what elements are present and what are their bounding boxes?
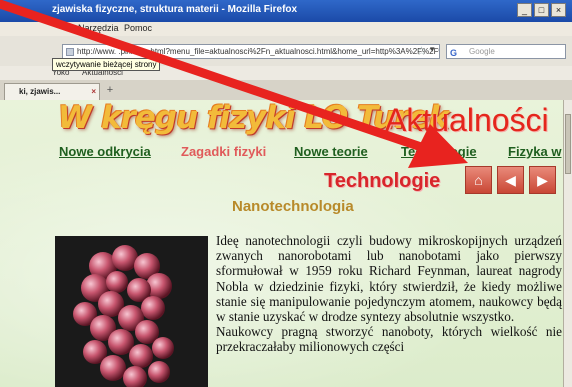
star-icon[interactable]: ☆ — [416, 44, 427, 58]
next-button[interactable]: ▶ — [529, 166, 556, 194]
nav-link-physics-in[interactable]: Fizyka w — [508, 144, 561, 159]
menu-item-tools[interactable]: Narzędzia — [78, 23, 119, 33]
vertical-scrollbar[interactable] — [563, 100, 572, 387]
search-input[interactable]: G Google — [446, 44, 566, 59]
arrow-right-icon: ▶ — [537, 172, 548, 188]
nav-link-physics-puzzles[interactable]: Zagadki fizyki — [181, 144, 266, 159]
menu-bar: Narzędzia Pomoc — [0, 22, 572, 36]
scrollbar-thumb[interactable] — [565, 114, 571, 174]
site-banner: W kręgu fizyki LO Turek Aktualności — [0, 100, 563, 142]
close-tab-icon[interactable]: × — [91, 84, 96, 99]
nanostructure-image — [55, 236, 208, 387]
article-body: Ideę nanotechnologii czyli budowy mikros… — [216, 233, 562, 355]
article-paragraph: Ideę nanotechnologii czyli budowy mikros… — [216, 233, 562, 325]
nav-link-new-theories[interactable]: Nowe teorie — [294, 144, 368, 159]
window-title: zjawiska fizyczne, struktura materii - M… — [52, 4, 298, 15]
subsection-title: Technologie — [324, 170, 441, 192]
article-title: Nanotechnologia — [232, 198, 354, 215]
nav-link-new-discoveries[interactable]: Nowe odkrycia — [59, 144, 151, 159]
menu-item-help[interactable]: Pomoc — [124, 23, 152, 33]
arrow-left-icon: ◀ — [505, 172, 516, 188]
minimize-button[interactable]: _ — [517, 3, 532, 17]
home-button[interactable]: ⌂ — [465, 166, 492, 194]
page-icon — [66, 48, 74, 56]
maximize-button[interactable]: □ — [534, 3, 549, 17]
tooltip: wczytywanie bieżącej strony — [52, 58, 161, 71]
browser-window: zjawiska fizyczne, struktura materii - M… — [0, 0, 572, 387]
nav-link-technologies[interactable]: Technologie — [401, 144, 477, 159]
site-nav: Nowe odkrycia Zagadki fizyki Nowe teorie… — [0, 142, 563, 162]
address-url: http://www. .pl/index.html?menu_file=akt… — [77, 47, 440, 56]
article-paragraph: Naukowcy pragną stworzyć nanoboty, który… — [216, 324, 562, 355]
chevron-down-icon[interactable]: ▾ — [430, 44, 435, 55]
title-bar: zjawiska fizyczne, struktura materii - M… — [0, 0, 572, 22]
tab-label: ki, zjawis... — [19, 87, 61, 96]
search-placeholder: Google — [469, 47, 495, 56]
nanostructure-illustration — [73, 245, 174, 387]
tab-bar: ki, zjawis... × + — [0, 80, 572, 101]
section-title: Aktualności — [385, 102, 549, 138]
google-icon[interactable]: G — [450, 47, 457, 60]
new-tab-button[interactable]: + — [104, 85, 116, 97]
tab-active[interactable]: ki, zjawis... × — [4, 83, 100, 100]
home-icon: ⌂ — [474, 172, 483, 188]
previous-button[interactable]: ◀ — [497, 166, 524, 194]
close-button[interactable]: × — [551, 3, 566, 17]
window-controls: _ □ × — [517, 3, 566, 17]
page-content: W kręgu fizyki LO Turek Aktualności Nowe… — [0, 100, 563, 387]
address-bar[interactable]: http://www. .pl/index.html?menu_file=akt… — [62, 44, 440, 59]
